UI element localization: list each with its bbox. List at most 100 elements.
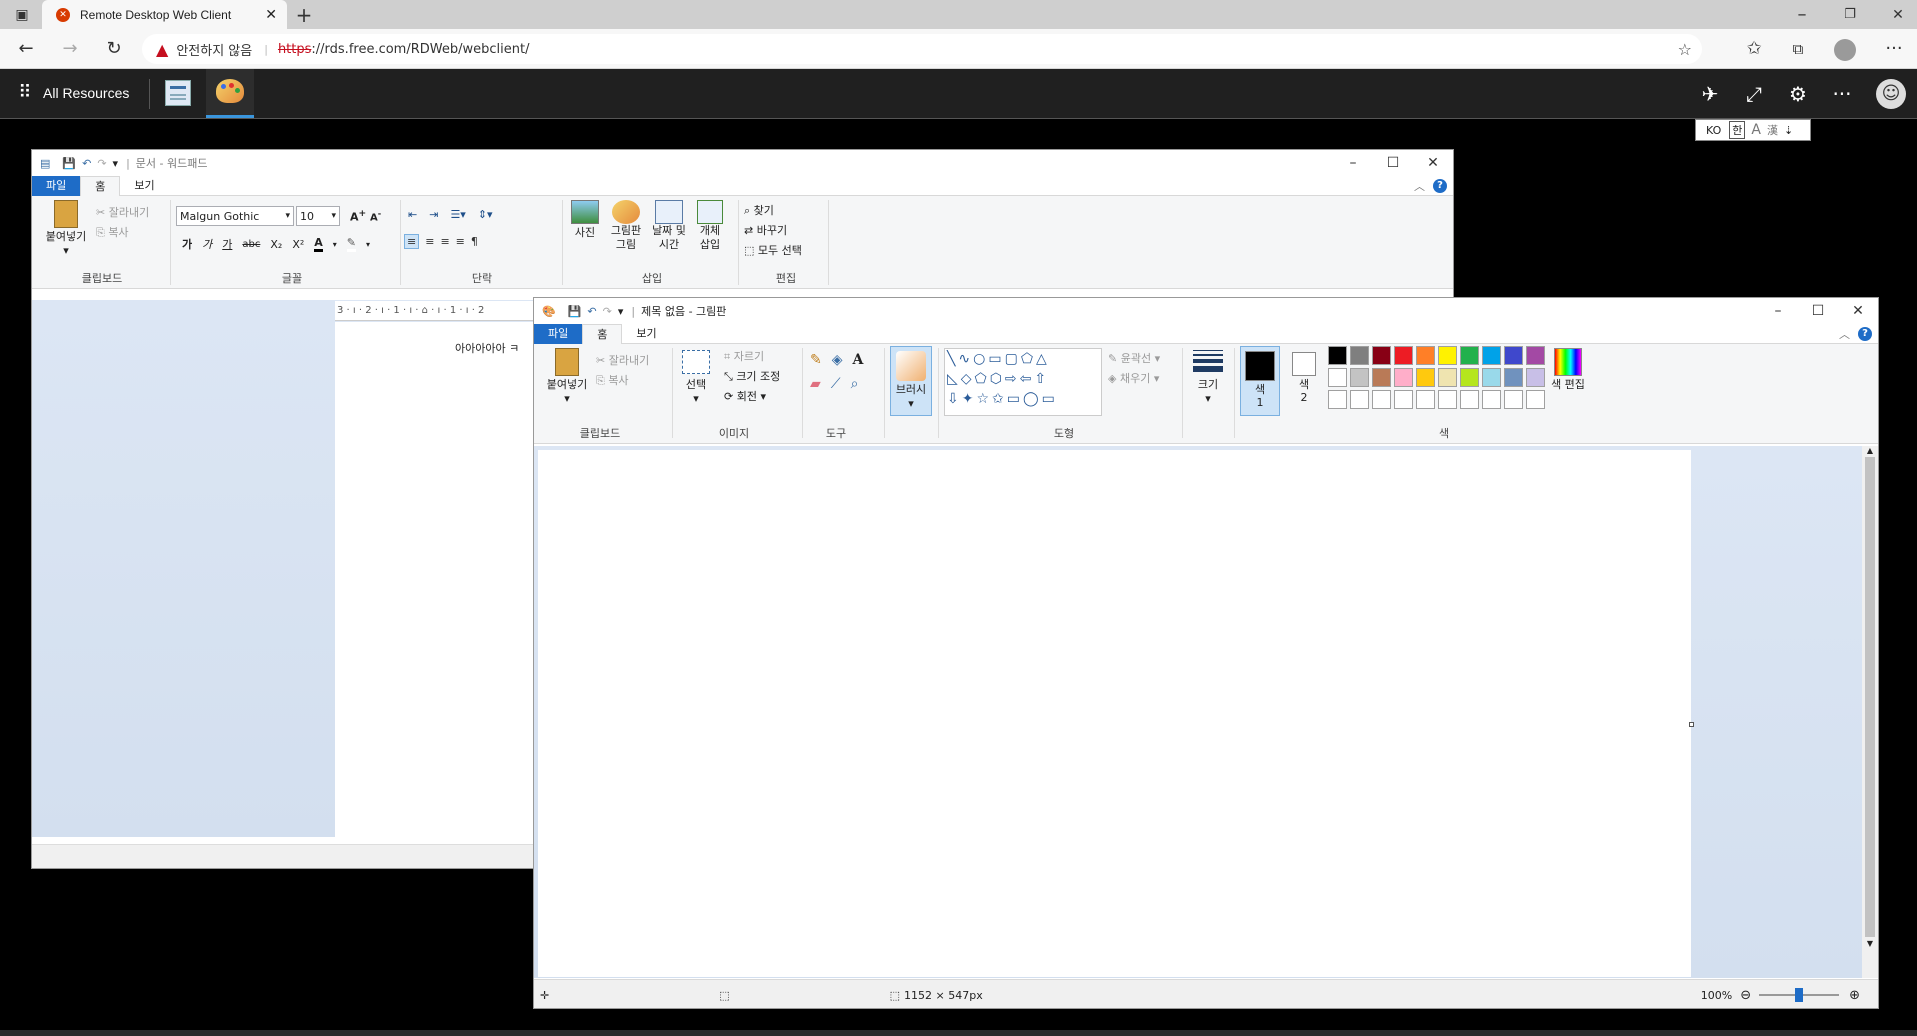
palette-swatch[interactable] [1526, 368, 1545, 387]
palette-swatch[interactable] [1438, 346, 1457, 365]
palette-swatch-empty[interactable] [1438, 390, 1457, 409]
strikethrough-button[interactable]: abc [242, 239, 260, 250]
palette-swatch[interactable] [1372, 368, 1391, 387]
collapse-ribbon-icon[interactable]: ︿ [1839, 326, 1850, 342]
scrollbar-thumb[interactable] [1865, 457, 1875, 937]
palette-swatch[interactable] [1328, 346, 1347, 365]
more-icon[interactable]: ··· [1827, 79, 1857, 109]
underline-button[interactable]: 가 [222, 236, 232, 252]
grow-font-icon[interactable]: A+ [350, 208, 366, 224]
tab-view[interactable]: 보기 [622, 324, 670, 344]
copy-button[interactable]: ⎘ 복사 [96, 224, 129, 240]
security-label[interactable]: 안전하지 않음 [176, 40, 252, 59]
shrink-font-icon[interactable]: A- [370, 208, 381, 223]
cut-button[interactable]: ✂ 잘라내기 [96, 204, 149, 220]
bold-button[interactable]: 가 [182, 236, 192, 252]
document-text[interactable]: 아아아아아 ㅋ [455, 340, 519, 356]
palette-swatch-empty[interactable] [1372, 390, 1391, 409]
palette-swatch-empty[interactable] [1504, 390, 1523, 409]
undo-icon[interactable]: ↶ [82, 157, 91, 170]
fullscreen-icon[interactable]: ⤢ [1739, 79, 1769, 109]
vertical-scrollbar[interactable]: ▲ ▼ [1862, 446, 1878, 978]
palette-swatch[interactable] [1482, 368, 1501, 387]
palette-swatch[interactable] [1350, 346, 1369, 365]
qat-dropdown-icon[interactable]: ▾ [618, 305, 624, 318]
align-right-icon[interactable]: ≡ [440, 235, 449, 248]
minimize-icon[interactable]: – [1790, 3, 1814, 27]
paragraph-icon[interactable]: ¶ [471, 235, 478, 248]
palette-swatch[interactable] [1394, 368, 1413, 387]
qat-dropdown-icon[interactable]: ▾ [113, 157, 119, 170]
magnifier-icon[interactable]: ⌕ [851, 376, 859, 392]
edit-colors-button[interactable]: 색 편집 [1548, 346, 1588, 391]
undo-icon[interactable]: ↶ [587, 305, 596, 318]
close-tab-icon[interactable]: ✕ [265, 7, 277, 23]
color-picker-icon[interactable]: ⟋ [831, 376, 841, 392]
fill-bucket-icon[interactable]: ◈ [832, 352, 843, 368]
apps-grid-icon[interactable]: ⠿ [10, 78, 40, 108]
tab-file[interactable]: 파일 [32, 175, 81, 196]
fill-button[interactable]: ◈ 채우기 ▾ [1108, 370, 1159, 386]
close-window-icon[interactable]: ✕ [1886, 3, 1910, 27]
palette-swatch-empty[interactable] [1394, 390, 1413, 409]
wordpad-app-icon[interactable] [165, 80, 191, 106]
palette-swatch[interactable] [1350, 368, 1369, 387]
pencil-icon[interactable]: ✎ [810, 352, 822, 368]
text-tool-icon[interactable]: A [853, 352, 864, 368]
browser-menu-icon[interactable]: ··· [1882, 37, 1906, 61]
replace-button[interactable]: ⇄ 바꾸기 [744, 222, 787, 238]
color2-button[interactable]: 색 2 [1284, 346, 1324, 416]
paint-canvas[interactable] [538, 450, 1691, 977]
palette-swatch[interactable] [1372, 346, 1391, 365]
resize-button[interactable]: ⤡ 크기 조정 [724, 368, 780, 384]
wordpad-close-icon[interactable]: ✕ [1413, 155, 1453, 171]
palette-swatch-empty[interactable] [1482, 390, 1501, 409]
new-tab-icon[interactable]: + [292, 3, 316, 27]
palette-swatch-empty[interactable] [1328, 390, 1347, 409]
palette-swatch[interactable] [1460, 346, 1479, 365]
palette-swatch[interactable] [1526, 346, 1545, 365]
save-icon[interactable]: 💾 [62, 157, 76, 170]
redo-icon[interactable]: ↷ [97, 157, 106, 170]
bullets-icon[interactable]: ☰▾ [450, 208, 465, 221]
ime-dropdown-icon[interactable]: ⇣ [1784, 124, 1793, 137]
justify-icon[interactable]: ≡ [456, 235, 465, 248]
palette-swatch[interactable] [1416, 368, 1435, 387]
user-account-icon[interactable]: ☺ [1876, 79, 1906, 109]
browser-tab[interactable]: ✕ Remote Desktop Web Client ✕ [42, 0, 287, 29]
pin-icon[interactable]: ✈ [1695, 79, 1725, 109]
subscript-icon[interactable]: X₂ [270, 238, 282, 251]
paint-close-icon[interactable]: ✕ [1838, 303, 1878, 319]
copy-button[interactable]: ⎘ 복사 [596, 372, 629, 388]
wordpad-minimize-icon[interactable]: – [1333, 155, 1373, 171]
superscript-icon[interactable]: X² [292, 238, 304, 251]
restore-icon[interactable]: ❐ [1838, 3, 1862, 27]
palette-swatch[interactable] [1482, 346, 1501, 365]
zoom-in-icon[interactable]: ⊕ [1849, 988, 1860, 1003]
zoom-slider[interactable] [1759, 988, 1840, 1002]
italic-button[interactable]: 가 [202, 236, 212, 252]
ime-fullwidth-icon[interactable]: A [1751, 122, 1761, 138]
save-icon[interactable]: 💾 [568, 305, 582, 318]
highlight-icon[interactable]: ✎ [346, 236, 357, 252]
help-icon[interactable]: ? [1858, 326, 1872, 341]
palette-swatch[interactable] [1394, 346, 1413, 365]
redo-icon[interactable]: ↷ [603, 305, 612, 318]
palette-swatch[interactable] [1460, 368, 1479, 387]
insert-object-button[interactable]: 개체 삽입 [694, 200, 726, 252]
eraser-icon[interactable]: ▰ [810, 376, 821, 392]
refresh-icon[interactable]: ↻ [102, 37, 126, 61]
find-button[interactable]: ⌕ 찾기 [744, 202, 774, 218]
palette-swatch[interactable] [1504, 346, 1523, 365]
url-field[interactable]: ▲ 안전하지 않음 | https ://rds.free.com/RDWeb/… [142, 34, 1702, 64]
color1-button[interactable]: 색 1 [1240, 346, 1280, 416]
profile-avatar[interactable] [1834, 39, 1856, 61]
paint-minimize-icon[interactable]: – [1758, 303, 1798, 319]
paste-button[interactable]: 붙여넣기 ▾ [540, 348, 594, 405]
palette-swatch[interactable] [1504, 368, 1523, 387]
ime-hangul-mode[interactable]: 한 [1729, 121, 1746, 139]
insert-paint-drawing-button[interactable]: 그림판 그림 [606, 200, 646, 252]
palette-swatch-empty[interactable] [1460, 390, 1479, 409]
crop-button[interactable]: ⌗ 자르기 [724, 348, 764, 364]
rotate-button[interactable]: ⟳ 회전 ▾ [724, 388, 766, 404]
